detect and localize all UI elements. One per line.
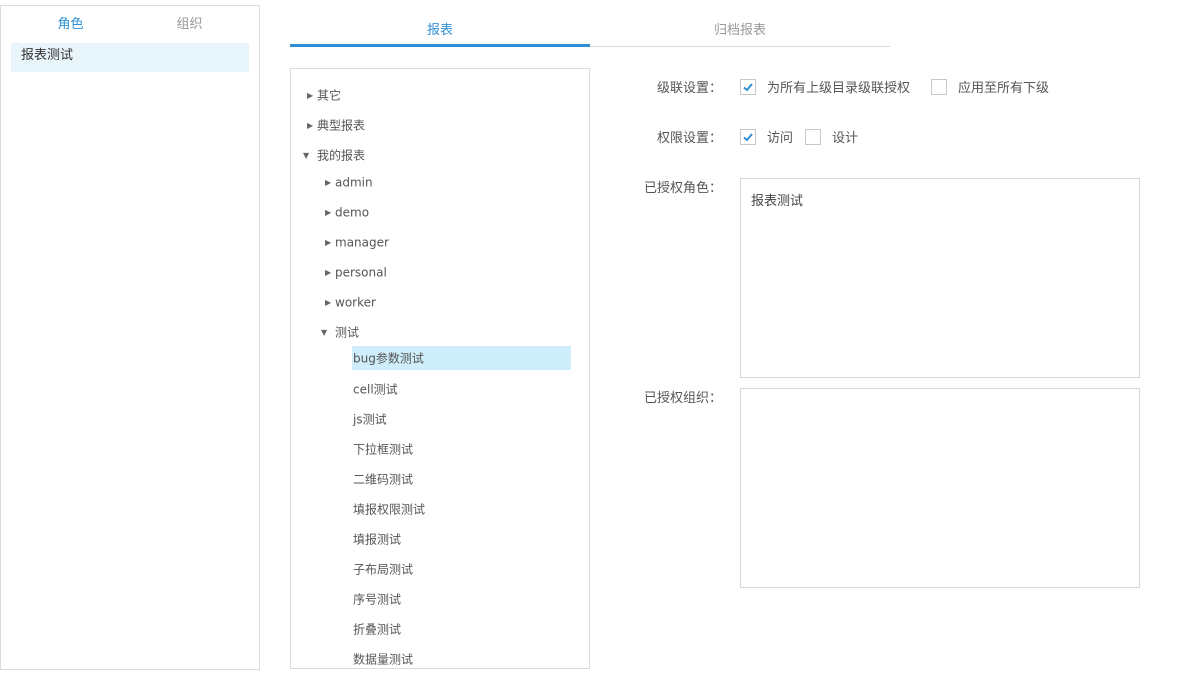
design-label: 设计 bbox=[832, 131, 859, 146]
tree-node-test[interactable]: ▼ 测试 bbox=[321, 320, 359, 344]
permission-settings-label: 权限设置： bbox=[656, 131, 722, 146]
tree-node-report[interactable]: 子布局测试 bbox=[353, 557, 413, 581]
checkmark-icon bbox=[743, 133, 753, 142]
caret-right-icon[interactable]: ▶ bbox=[325, 231, 335, 255]
role-org-panel bbox=[0, 5, 260, 670]
apply-children-checkbox[interactable] bbox=[931, 79, 947, 95]
tree-node-admin[interactable]: ▶ admin bbox=[325, 170, 373, 194]
cascade-parent-checkbox[interactable] bbox=[740, 79, 756, 95]
authorized-roles-box[interactable]: 报表测试 bbox=[740, 178, 1140, 378]
caret-right-icon[interactable]: ▶ bbox=[325, 261, 335, 285]
authorized-orgs-label: 已授权组织： bbox=[643, 391, 722, 406]
tree-node-report[interactable]: 折叠测试 bbox=[353, 617, 401, 641]
left-tabs: 角色 组织 bbox=[11, 12, 249, 47]
cascade-settings-label: 级联设置： bbox=[656, 81, 722, 96]
tree-node-report[interactable]: bug参数测试 bbox=[352, 346, 571, 370]
tree-node-report[interactable]: cell测试 bbox=[353, 377, 398, 401]
tree-node-my-reports[interactable]: ▼ 我的报表 bbox=[303, 143, 365, 167]
caret-right-icon[interactable]: ▶ bbox=[307, 114, 317, 138]
tab-reports[interactable]: 报表 bbox=[290, 17, 590, 47]
access-label: 访问 bbox=[767, 131, 794, 146]
access-checkbox[interactable] bbox=[740, 129, 756, 145]
tab-archived-reports[interactable]: 归档报表 bbox=[590, 17, 890, 46]
report-tabs: 报表 归档报表 bbox=[290, 17, 890, 47]
tab-org[interactable]: 组织 bbox=[130, 12, 249, 46]
caret-right-icon[interactable]: ▶ bbox=[325, 291, 335, 315]
tree-node-manager[interactable]: ▶ manager bbox=[325, 230, 389, 254]
cascade-parent-label: 为所有上级目录级联授权 bbox=[767, 81, 911, 96]
tree-node-worker[interactable]: ▶ worker bbox=[325, 290, 376, 314]
tree-node-personal[interactable]: ▶ personal bbox=[325, 260, 387, 284]
design-checkbox[interactable] bbox=[805, 129, 821, 145]
tree-node-report[interactable]: js测试 bbox=[353, 407, 387, 431]
tree-node-typical-reports[interactable]: ▶ 典型报表 bbox=[307, 113, 365, 137]
tree-node-demo[interactable]: ▶ demo bbox=[325, 200, 369, 224]
caret-down-icon[interactable]: ▼ bbox=[321, 321, 335, 345]
tab-role[interactable]: 角色 bbox=[11, 12, 130, 47]
caret-right-icon[interactable]: ▶ bbox=[307, 84, 317, 108]
checkmark-icon bbox=[743, 83, 753, 92]
report-tree: ▶ 其它 ▶ 典型报表 ▼ 我的报表 ▶ admin ▶ demo ▶ manager ▶ p… bbox=[290, 68, 590, 669]
caret-right-icon[interactable]: ▶ bbox=[325, 171, 335, 195]
tree-node-report[interactable]: 填报测试 bbox=[353, 527, 401, 551]
tree-node-report[interactable]: 二维码测试 bbox=[353, 467, 413, 491]
apply-children-label: 应用至所有下级 bbox=[958, 81, 1050, 96]
tree-node-report[interactable]: 序号测试 bbox=[353, 587, 401, 611]
tree-node-report[interactable]: 填报权限测试 bbox=[353, 497, 425, 521]
tree-node-report[interactable]: 数据量测试 bbox=[353, 647, 413, 668]
caret-down-icon[interactable]: ▼ bbox=[303, 144, 317, 168]
authorized-roles-label: 已授权角色： bbox=[643, 181, 722, 196]
authorized-orgs-box[interactable] bbox=[740, 388, 1140, 588]
caret-right-icon[interactable]: ▶ bbox=[325, 201, 335, 225]
tree-node-report[interactable]: 下拉框测试 bbox=[353, 437, 413, 461]
role-list-item[interactable]: 报表测试 bbox=[11, 43, 249, 72]
tree-node-other[interactable]: ▶ 其它 bbox=[307, 83, 341, 107]
